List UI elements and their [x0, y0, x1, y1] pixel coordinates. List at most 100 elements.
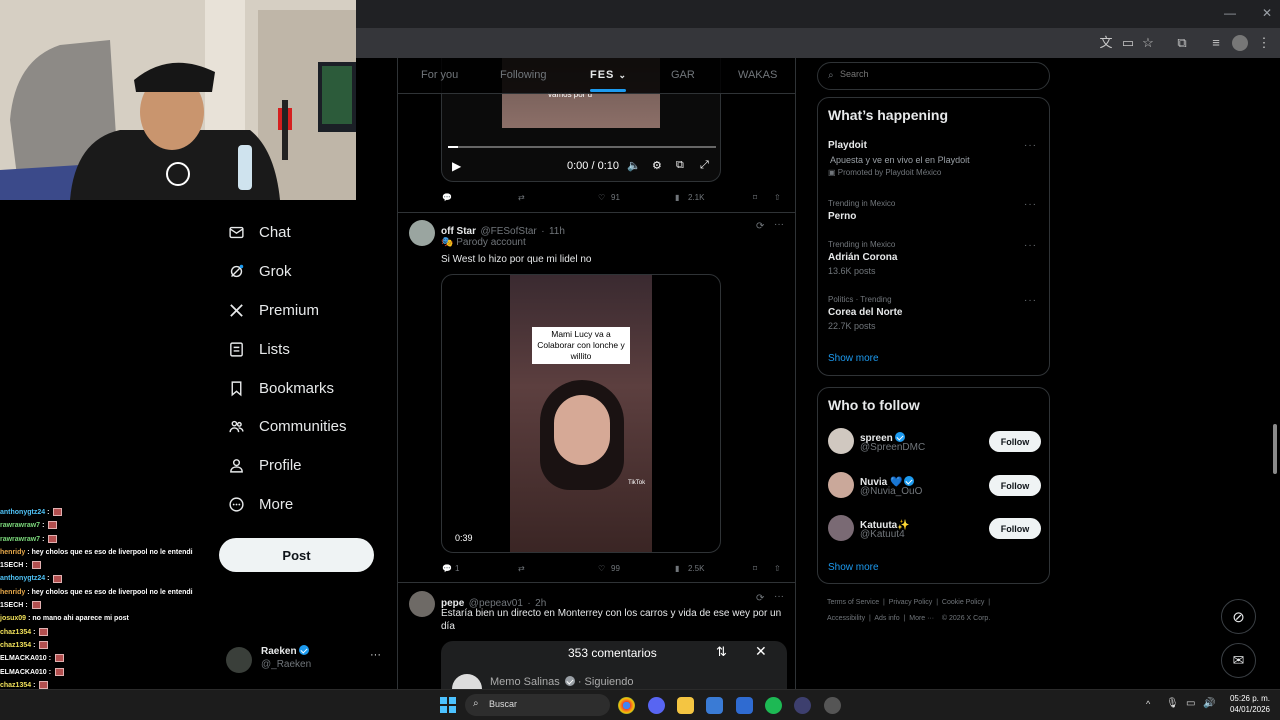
tab-for-you[interactable]: For you	[421, 69, 458, 81]
video-progress-bar[interactable]	[448, 146, 716, 148]
nav-premium[interactable]: Premium	[228, 296, 319, 324]
grok-float-button[interactable]: ⊘	[1221, 599, 1256, 634]
share-icon[interactable]: ⇧	[774, 564, 781, 573]
grok-small-icon[interactable]: ⟳	[756, 221, 764, 232]
close-icon[interactable]: ✕	[755, 643, 767, 660]
account-switcher[interactable]: Raeken @_Raeken ···	[226, 645, 386, 675]
windows-start-icon[interactable]	[440, 697, 456, 713]
settings-gear-icon[interactable]: ⚙	[652, 159, 662, 172]
like-icon[interactable]: ♡	[598, 193, 605, 202]
scrollbar-thumb[interactable]	[1273, 424, 1277, 474]
trend-more-icon[interactable]: ···	[1024, 240, 1037, 251]
store-icon[interactable]	[706, 697, 723, 714]
cast-icon[interactable]: ▭	[1120, 35, 1136, 51]
footer-ads[interactable]: Ads info	[874, 615, 899, 622]
reading-list-icon[interactable]: ≡	[1208, 35, 1224, 51]
search-box[interactable]: ⌕	[817, 62, 1050, 90]
microphone-icon[interactable]: 🎙	[1166, 698, 1179, 709]
share-icon[interactable]: ⇧	[774, 193, 781, 202]
post-button[interactable]: Post	[219, 538, 374, 572]
browser-menu-icon[interactable]: ⋮	[1256, 35, 1272, 51]
messages-float-button[interactable]: ✉	[1221, 643, 1256, 678]
tweet2-name[interactable]: off Star	[441, 226, 476, 237]
footer-accessibility[interactable]: Accessibility	[827, 615, 865, 622]
tab-following[interactable]: Following	[500, 69, 546, 81]
search-input[interactable]	[840, 69, 1030, 79]
chrome-icon[interactable]	[618, 697, 635, 714]
bookmark-icon[interactable]: ⌑	[753, 564, 757, 573]
tweet2-more-icon[interactable]: ···	[774, 219, 784, 230]
discord-icon[interactable]	[648, 697, 665, 714]
tray-chevron-icon[interactable]: ^	[1146, 699, 1150, 709]
network-icon[interactable]: ▭	[1186, 698, 1195, 709]
account-more-icon[interactable]: ···	[370, 649, 381, 661]
tweet2-handle[interactable]: @FESofStar	[480, 226, 536, 237]
follow-button[interactable]: Follow	[989, 475, 1041, 496]
tab-fes[interactable]: FES ⌄	[590, 69, 627, 81]
nav-more[interactable]: More	[228, 490, 293, 518]
views-icon[interactable]: ▮	[675, 564, 679, 573]
tweet3-avatar[interactable]	[409, 591, 435, 617]
trend-more-icon[interactable]: ···	[1024, 295, 1037, 306]
follow-button[interactable]: Follow	[989, 518, 1041, 539]
nav-chat[interactable]: Chat	[228, 218, 291, 246]
grok-small-icon[interactable]: ⟳	[756, 593, 764, 604]
play-icon[interactable]: ▶	[452, 159, 461, 173]
obs-icon[interactable]	[824, 697, 841, 714]
taskbar-clock[interactable]: 05:26 p. m. 04/01/2026	[1224, 693, 1270, 715]
footer-privacy[interactable]: Privacy Policy	[889, 599, 933, 606]
like-icon[interactable]: ♡	[598, 564, 605, 573]
trend-item[interactable]: Trending in Mexico Adrián Corona 13.6K p…	[828, 240, 897, 276]
repost-icon[interactable]: ⇄	[518, 193, 525, 202]
translate-icon[interactable]: 文	[1098, 35, 1114, 51]
nav-communities[interactable]: Communities	[228, 412, 347, 440]
footer-terms[interactable]: Terms of Service	[827, 599, 879, 606]
nav-profile[interactable]: Profile	[228, 451, 302, 479]
reply-icon[interactable]: 💬	[442, 193, 452, 202]
footer-cookie[interactable]: Cookie Policy	[942, 599, 984, 606]
app-icon[interactable]	[794, 697, 811, 714]
show-more-trends[interactable]: Show more	[828, 353, 879, 364]
tweet2-video[interactable]: Mami Lucy va a Colaborar con lonche y wi…	[441, 274, 721, 553]
trend-item-promoted[interactable]: Playdoit Apuesta y ve en vivo el en Play…	[828, 140, 1043, 177]
trend-item[interactable]: Trending in Mexico Perno	[828, 199, 895, 222]
bookmark-icon[interactable]: ⌑	[753, 193, 757, 202]
footer-more[interactable]: More ···	[909, 615, 934, 622]
follow-suggestion[interactable]: Nuvia 💙 @Nuvia_OuO Follow	[818, 470, 1051, 506]
nav-lists-label: Lists	[259, 340, 290, 358]
bookmark-star-icon[interactable]: ☆	[1140, 35, 1156, 51]
extensions-icon[interactable]: ⧉	[1174, 35, 1190, 51]
picture-in-picture-icon[interactable]: ⧉	[676, 159, 684, 172]
trend-item[interactable]: Politics · Trending Corea del Norte 22.7…	[828, 295, 902, 331]
sort-icon[interactable]: ⇅	[716, 644, 727, 660]
show-more-follow[interactable]: Show more	[828, 562, 879, 573]
follow-suggestion[interactable]: spreen @SpreenDMC Follow	[818, 426, 1051, 462]
browser-profile-icon[interactable]	[1232, 35, 1248, 51]
spotify-icon[interactable]	[765, 697, 782, 714]
tab-wakas[interactable]: WAKAS	[738, 69, 777, 81]
taskbar-search[interactable]: ⌕ Buscar	[465, 694, 610, 716]
mail-app-icon[interactable]	[736, 697, 753, 714]
nav-bookmarks[interactable]: Bookmarks	[228, 374, 334, 402]
fullscreen-icon[interactable]: ⤢	[700, 159, 709, 172]
page-scrollbar[interactable]	[1270, 58, 1280, 689]
trend-more-icon[interactable]: ···	[1024, 199, 1037, 210]
nav-lists[interactable]: Lists	[228, 335, 290, 363]
tab-gar[interactable]: GAR	[671, 69, 695, 81]
repost-icon[interactable]: ⇄	[518, 564, 525, 573]
nav-grok[interactable]: Grok	[228, 257, 292, 285]
volume-icon[interactable]: 🔈	[627, 159, 641, 172]
file-explorer-icon[interactable]	[677, 697, 694, 714]
reply-icon[interactable]: 💬	[442, 564, 452, 573]
follow-suggestion[interactable]: Katuuta✨ @Katuut4 Follow	[818, 513, 1051, 549]
follow-button[interactable]: Follow	[989, 431, 1041, 452]
tweet2-time[interactable]: 11h	[549, 226, 565, 237]
trend-more-icon[interactable]: ···	[1024, 140, 1037, 151]
volume-icon[interactable]: 🔊	[1203, 698, 1215, 709]
close-window-icon[interactable]: ✕	[1262, 6, 1272, 20]
tweet2-avatar[interactable]	[409, 220, 435, 246]
minimize-icon[interactable]: —	[1224, 6, 1236, 20]
tweet3-more-icon[interactable]: ···	[774, 591, 784, 602]
video-time: 0:00 / 0:10	[567, 160, 619, 172]
views-icon[interactable]: ▮	[675, 193, 679, 202]
